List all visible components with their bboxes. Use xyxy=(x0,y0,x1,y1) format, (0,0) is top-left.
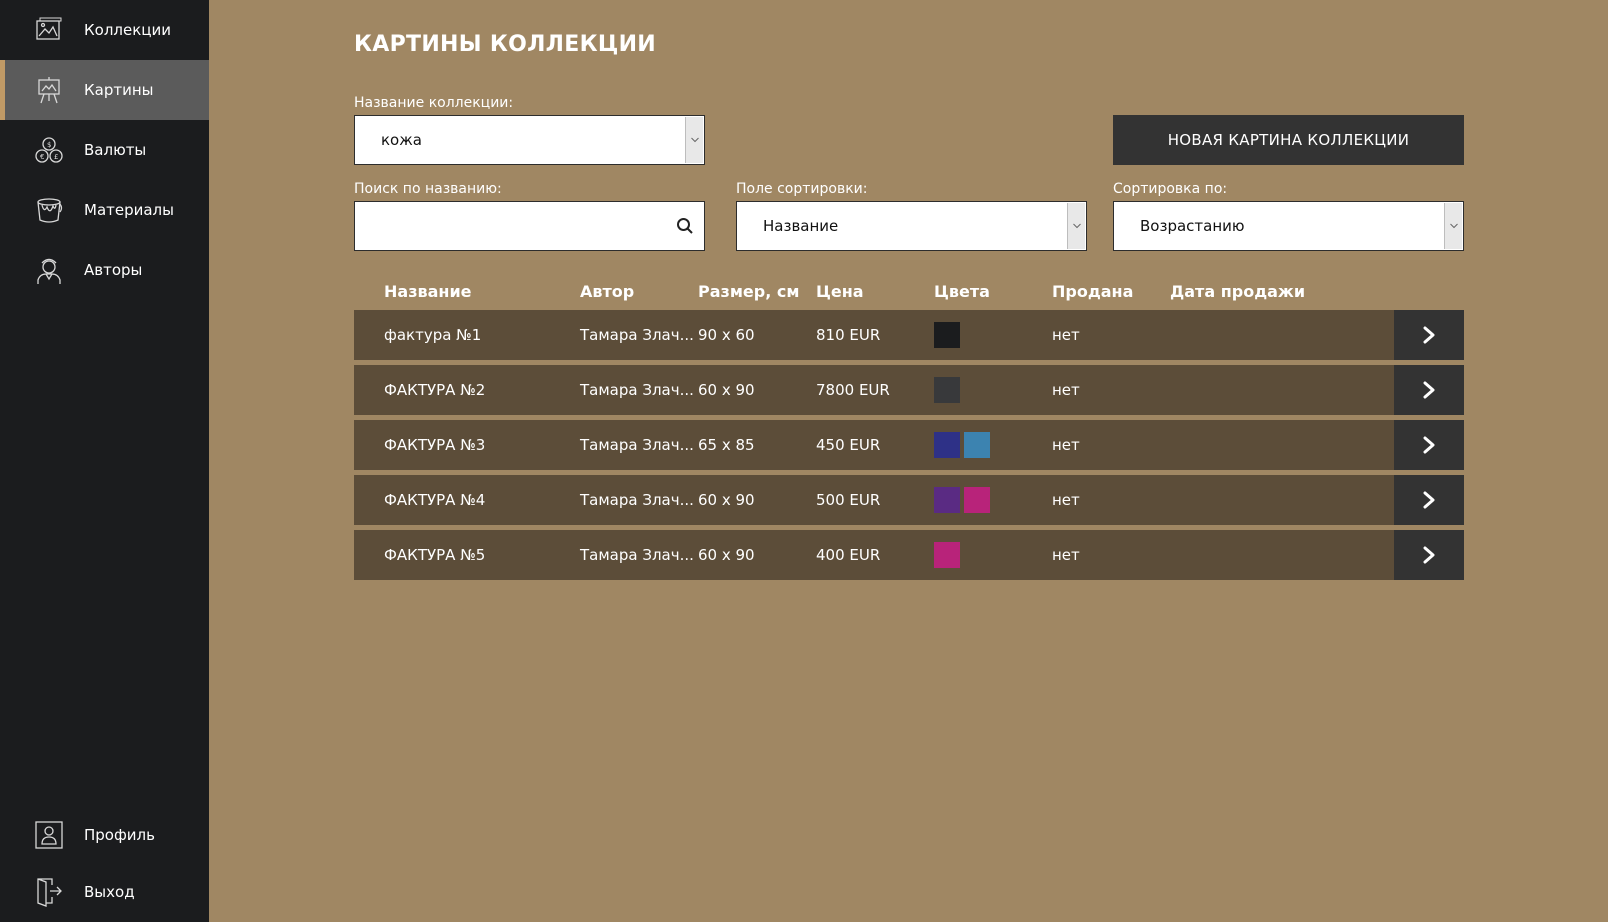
sort-order-value: Возрастанию xyxy=(1140,217,1245,235)
collections-icon xyxy=(34,15,64,45)
open-row-button[interactable] xyxy=(1394,365,1464,415)
cell-size: 60 x 90 xyxy=(698,491,755,509)
column-header-colors[interactable]: Цвета xyxy=(934,282,990,301)
sidebar-item-label: Коллекции xyxy=(84,21,171,39)
search-input[interactable] xyxy=(354,201,705,251)
svg-text:$: $ xyxy=(47,141,51,149)
sidebar: Коллекции Картины $ € £ Валюты Материалы… xyxy=(0,0,209,922)
cell-sold: нет xyxy=(1052,546,1080,564)
chevron-right-icon xyxy=(1423,436,1435,454)
cell-name: ФАКТУРА №3 xyxy=(384,436,486,454)
sort-order-label: Сортировка по: xyxy=(1113,181,1228,197)
color-swatch xyxy=(934,322,960,348)
cell-size: 60 x 90 xyxy=(698,381,755,399)
chevron-right-icon xyxy=(1423,381,1435,399)
column-header-name[interactable]: Название xyxy=(384,282,472,301)
column-header-price[interactable]: Цена xyxy=(816,282,864,301)
sort-order-select[interactable]: Возрастанию xyxy=(1113,201,1464,251)
cell-price: 500 EUR xyxy=(816,491,881,509)
cell-price: 450 EUR xyxy=(816,436,881,454)
artist-icon xyxy=(34,255,64,285)
sidebar-item-currencies[interactable]: $ € £ Валюты xyxy=(0,120,209,180)
column-header-sale-date[interactable]: Дата продажи xyxy=(1170,282,1305,301)
sidebar-item-materials[interactable]: Материалы xyxy=(0,180,209,240)
table-row[interactable]: ФАКТУРА №3 Тамара Злач... 65 x 85 450 EUR не… xyxy=(354,420,1464,470)
cell-price: 810 EUR xyxy=(816,326,881,344)
sidebar-item-collections[interactable]: Коллекции xyxy=(0,0,209,60)
sort-field-select[interactable]: Название xyxy=(736,201,1087,251)
table-row[interactable]: ФАКТУРА №5 Тамара Злач... 60 x 90 400 EUR не… xyxy=(354,530,1464,580)
sidebar-item-label: Валюты xyxy=(84,141,147,159)
column-header-author[interactable]: Автор xyxy=(580,282,634,301)
chevron-right-icon xyxy=(1423,546,1435,564)
chevron-down-icon[interactable] xyxy=(1444,203,1462,249)
color-swatch xyxy=(934,542,960,568)
search-label: Поиск по названию: xyxy=(354,181,502,197)
column-header-size[interactable]: Размер, см xyxy=(698,282,799,301)
cell-name: ФАКТУРА №2 xyxy=(384,381,486,399)
open-row-button[interactable] xyxy=(1394,420,1464,470)
collection-select[interactable]: кожа xyxy=(354,115,705,165)
sidebar-item-label: Выход xyxy=(84,883,135,901)
open-row-button[interactable] xyxy=(1394,530,1464,580)
paint-bucket-icon xyxy=(34,195,64,225)
color-swatch xyxy=(934,432,960,458)
sidebar-item-label: Картины xyxy=(84,81,154,99)
cell-sold: нет xyxy=(1052,381,1080,399)
cell-author: Тамара Злач... xyxy=(580,381,694,399)
open-row-button[interactable] xyxy=(1394,310,1464,360)
sidebar-item-label: Авторы xyxy=(84,261,143,279)
cell-name: ФАКТУРА №4 xyxy=(384,491,486,509)
collection-select-value: кожа xyxy=(381,131,422,149)
profile-icon xyxy=(34,820,64,850)
cell-sold: нет xyxy=(1052,491,1080,509)
sort-field-value: Название xyxy=(763,217,839,235)
cell-author: Тамара Злач... xyxy=(580,491,694,509)
cell-sold: нет xyxy=(1052,326,1080,344)
cell-sold: нет xyxy=(1052,436,1080,454)
cell-author: Тамара Злач... xyxy=(580,436,694,454)
cell-author: Тамара Злач... xyxy=(580,546,694,564)
sidebar-item-paintings[interactable]: Картины xyxy=(0,60,209,120)
color-swatch xyxy=(964,432,990,458)
cell-name: фактура №1 xyxy=(384,326,482,344)
color-swatch xyxy=(964,487,990,513)
sort-field-label: Поле сортировки: xyxy=(736,181,868,197)
chevron-right-icon xyxy=(1423,326,1435,344)
new-painting-button[interactable]: НОВАЯ КАРТИНА КОЛЛЕКЦИИ xyxy=(1113,115,1464,165)
cell-size: 60 x 90 xyxy=(698,546,755,564)
cell-size: 90 x 60 xyxy=(698,326,755,344)
sidebar-item-logout[interactable]: Выход xyxy=(0,862,209,922)
chevron-down-icon[interactable] xyxy=(1067,203,1085,249)
table-row[interactable]: ФАКТУРА №4 Тамара Злач... 60 x 90 500 EUR не… xyxy=(354,475,1464,525)
cell-price: 400 EUR xyxy=(816,546,881,564)
coins-icon: $ € £ xyxy=(34,135,64,165)
collection-label: Название коллекции: xyxy=(354,95,514,111)
cell-name: ФАКТУРА №5 xyxy=(384,546,486,564)
open-row-button[interactable] xyxy=(1394,475,1464,525)
easel-icon xyxy=(34,75,64,105)
cell-price: 7800 EUR xyxy=(816,381,890,399)
logout-icon xyxy=(34,877,64,907)
color-swatch xyxy=(934,377,960,403)
color-swatch xyxy=(934,487,960,513)
sidebar-item-label: Материалы xyxy=(84,201,174,219)
cell-size: 65 x 85 xyxy=(698,436,755,454)
cell-author: Тамара Злач... xyxy=(580,326,694,344)
sidebar-item-authors[interactable]: Авторы xyxy=(0,240,209,300)
chevron-right-icon xyxy=(1423,491,1435,509)
table-row[interactable]: фактура №1 Тамара Злач... 90 x 60 810 EUR не… xyxy=(354,310,1464,360)
chevron-down-icon[interactable] xyxy=(685,117,703,163)
column-header-sold[interactable]: Продана xyxy=(1052,282,1133,301)
page-title: КАРТИНЫ КОЛЛЕКЦИИ xyxy=(354,32,656,57)
sidebar-item-profile[interactable]: Профиль xyxy=(0,805,209,865)
svg-text:€: € xyxy=(40,153,44,161)
svg-text:£: £ xyxy=(54,153,58,161)
search-icon[interactable] xyxy=(676,217,694,235)
sidebar-item-label: Профиль xyxy=(84,826,155,844)
table-row[interactable]: ФАКТУРА №2 Тамара Злач... 60 x 90 7800 EUR н… xyxy=(354,365,1464,415)
